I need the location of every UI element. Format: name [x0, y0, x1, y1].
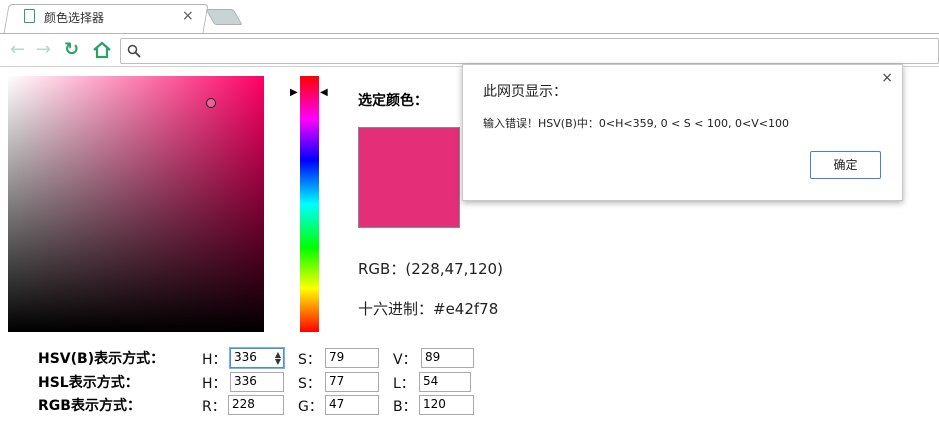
rgb-readout: RGB：(228,47,120): [358, 260, 503, 278]
saturation-value-panel[interactable]: [8, 76, 264, 332]
hsl-l-input[interactable]: 54: [419, 372, 471, 392]
dialog-title: 此网页显示：: [483, 84, 567, 100]
reload-icon[interactable]: ↻: [64, 40, 79, 60]
hsv-v-value: 89: [425, 350, 441, 364]
hsl-s-input[interactable]: 77: [325, 372, 379, 392]
rgb-r-label: R：: [202, 399, 226, 415]
hsl-l-value: 54: [423, 374, 439, 388]
hsv-h-value: 336: [234, 350, 257, 364]
rgb-g-label: G：: [298, 399, 323, 415]
hsv-label: HSV(B)表示方式：: [38, 351, 165, 367]
hsl-label: HSL表示方式：: [38, 375, 139, 391]
hex-readout: 十六进制：#e42f78: [358, 300, 499, 318]
hue-pointer-right[interactable]: ◀: [320, 87, 328, 98]
back-arrow-icon[interactable]: ←: [10, 40, 25, 60]
dialog-close-icon[interactable]: ×: [881, 70, 893, 86]
rgb-label: RGB表示方式：: [38, 398, 141, 414]
tab-title: 颜色选择器: [44, 11, 105, 25]
hsv-row: HSV(B)表示方式： H： 336 ▲ ▼ S： 79 V： 89: [0, 348, 560, 368]
hue-slider[interactable]: [300, 76, 319, 332]
hue-pointer-left[interactable]: ▶: [290, 87, 298, 98]
browser-toolbar: ← → ↻: [0, 33, 939, 67]
rgb-r-input[interactable]: 228: [228, 395, 284, 415]
spinner-icon[interactable]: ▲ ▼: [275, 351, 281, 366]
home-icon[interactable]: [92, 41, 112, 63]
rgb-b-input[interactable]: 120: [419, 395, 474, 415]
rgb-row: RGB表示方式： R： 228 G： 47 B： 120: [0, 395, 560, 415]
hsl-s-label: S：: [298, 376, 321, 392]
hsl-row: HSL表示方式： H： 336 S： 77 L： 54: [0, 372, 560, 392]
hsv-h-label: H：: [202, 352, 227, 368]
hsl-h-label: H：: [202, 376, 227, 392]
dialog-message: 输入错误！HSV(B)中：0<H<359, 0 < S < 100, 0<V<1…: [483, 117, 789, 130]
hsv-h-input[interactable]: 336 ▲ ▼: [230, 348, 284, 368]
hsv-v-label: V：: [393, 352, 417, 368]
close-tab-icon[interactable]: ×: [182, 8, 194, 24]
hsl-h-value: 336: [234, 374, 257, 388]
ok-button[interactable]: 确定: [810, 151, 881, 179]
rgb-r-value: 228: [232, 397, 255, 411]
hsv-s-label: S：: [298, 352, 321, 368]
hsl-l-label: L：: [393, 376, 415, 392]
alert-dialog: 此网页显示： × 输入错误！HSV(B)中：0<H<359, 0 < S < 1…: [462, 64, 903, 201]
hsl-h-input[interactable]: 336: [230, 372, 284, 392]
rgb-b-label: B：: [393, 399, 417, 415]
sv-cursor[interactable]: [206, 98, 216, 108]
hsv-s-input[interactable]: 79: [325, 348, 379, 368]
rgb-b-value: 120: [423, 397, 446, 411]
hsl-s-value: 77: [329, 374, 345, 388]
search-icon: [127, 43, 141, 62]
rgb-g-value: 47: [329, 397, 345, 411]
selected-color-label: 选定颜色：: [358, 93, 428, 109]
hsv-v-input[interactable]: 89: [421, 348, 474, 368]
address-bar[interactable]: [120, 38, 939, 64]
new-tab-button[interactable]: [205, 9, 243, 25]
forward-arrow-icon[interactable]: →: [36, 40, 51, 60]
page-icon: [24, 9, 35, 23]
hsv-s-value: 79: [329, 350, 345, 364]
rgb-g-input[interactable]: 47: [325, 395, 379, 415]
selected-color-swatch: [358, 127, 460, 228]
tab-strip: 颜色选择器 ×: [0, 0, 939, 34]
